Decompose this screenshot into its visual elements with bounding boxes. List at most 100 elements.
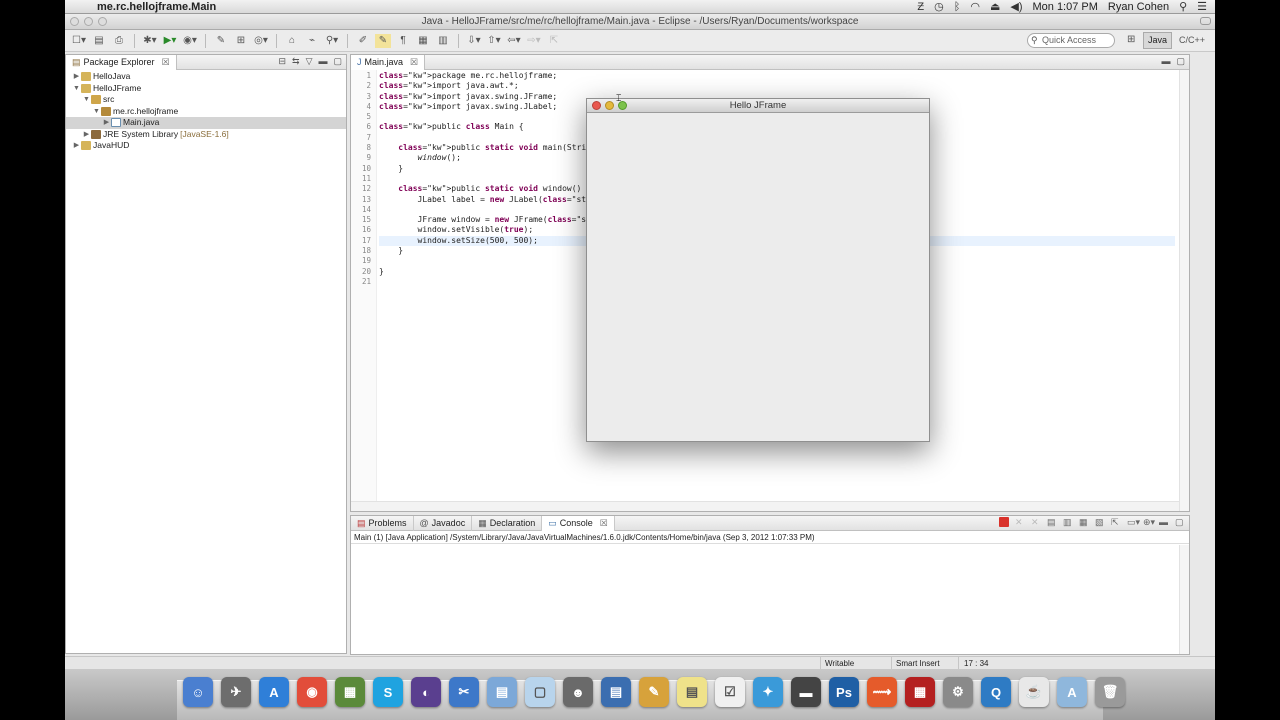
expanded-twisty-icon[interactable]: ▼ [82,94,91,106]
launchpad-icon[interactable]: ✈ [221,677,251,707]
tab-main-java[interactable]: J Main.java ☒ [351,54,426,70]
expanded-twisty-icon[interactable]: ▼ [72,83,81,95]
new-package-icon[interactable]: ⊞ [233,34,249,48]
tab-console[interactable]: ▭ Console ☒ [542,515,615,531]
coffee-icon[interactable]: ☕ [1019,677,1049,707]
show-whitespace-icon[interactable]: ¶ [395,34,411,48]
toggle-mark-icon[interactable]: ✐ [355,34,371,48]
console-vertical-scrollbar[interactable] [1179,545,1189,654]
clear-console-icon[interactable]: ▤ [1047,517,1057,527]
eject-icon[interactable]: ⏏ [990,0,1000,13]
film-icon[interactable]: ▦ [905,677,935,707]
tab-javadoc[interactable]: @ Javadoc [414,515,473,531]
minimize-view-icon[interactable]: ▬ [1161,56,1170,67]
minecraft-icon[interactable]: ▦ [335,677,365,707]
view-menu-icon[interactable]: ▽ [306,56,313,67]
notification-center-icon[interactable]: ☰ [1197,0,1207,13]
volume-icon[interactable]: ◀) [1010,0,1022,13]
menu-clock[interactable]: Mon 1:07 PM [1032,1,1097,13]
collapsed-twisty-icon[interactable]: ▶ [72,140,81,152]
bluetooth-icon[interactable]: ᛒ [954,1,961,13]
maximize-view-icon[interactable]: ▢ [1175,517,1185,527]
collapsed-twisty-icon[interactable]: ▶ [72,71,81,83]
todo-icon[interactable]: ☑ [715,677,745,707]
print-icon[interactable]: ⎙ [111,34,127,48]
tab-declaration[interactable]: ▦ Declaration [472,515,543,531]
spotlight-icon[interactable]: ⚲ [1179,0,1187,13]
open-task-icon[interactable]: ⌁ [304,34,320,48]
open-type-icon[interactable]: ⌂ [284,34,300,48]
debug-icon[interactable]: ✱▾ [142,34,158,48]
toggle-highlight-icon[interactable]: ✎ [375,33,391,48]
overview-ruler[interactable] [1179,70,1189,511]
close-tab-icon[interactable]: ☒ [410,57,418,68]
tab-problems[interactable]: ▤ Problems [351,515,414,531]
tree-item[interactable]: ▶ Main.java [66,117,346,129]
stickies-icon[interactable]: ▤ [677,677,707,707]
quicktime-icon[interactable]: Q [981,677,1011,707]
show-on-err-icon[interactable]: ▧ [1095,517,1105,527]
skype-icon[interactable]: S [373,677,403,707]
ftp-icon[interactable]: ⟿ [867,677,897,707]
wifi-icon[interactable]: ◠ [970,0,980,13]
xcode-icon[interactable]: ✂ [449,677,479,707]
tree-item[interactable]: ▶ HelloJava [66,71,346,83]
prev-annotation-icon[interactable]: ⇧▾ [486,34,502,48]
new-icon[interactable]: ☐▾ [71,34,87,48]
app-store-icon[interactable]: A [259,677,289,707]
tree-item[interactable]: ▶ JavaHUD [66,140,346,152]
maximize-view-icon[interactable]: ▢ [1176,56,1185,67]
tab-package-explorer[interactable]: ▤ Package Explorer ☒ [66,54,177,70]
window-titlebar[interactable]: Java - HelloJFrame/src/me/rc/hellojframe… [65,14,1215,30]
next-annotation-icon[interactable]: ⇩▾ [466,34,482,48]
menu-app-name[interactable]: me.rc.hellojframe.Main [97,1,216,13]
folder-notes-icon[interactable]: ▤ [601,677,631,707]
terminate-icon[interactable] [999,517,1009,527]
screen-icon[interactable]: ▬ [791,677,821,707]
tree-item[interactable]: ▼ HelloJFrame [66,83,346,95]
remove-launch-icon[interactable]: ✕ [1015,517,1025,527]
maximize-view-icon[interactable]: ▢ [333,56,342,67]
code-line[interactable]: 2 class="kw">import java.awt.*; [366,81,1175,91]
collapse-all-icon[interactable]: ⊟ [278,56,286,67]
twitter-icon[interactable]: ✦ [753,677,783,707]
eclipse-icon[interactable]: ◐ [411,677,441,707]
external-tools-icon[interactable]: ◉▾ [182,34,198,48]
code-line[interactable]: 1 class="kw">package me.rc.hellojframe; [366,71,1175,81]
hello-jframe-window[interactable]: Hello JFrame [586,98,930,442]
tree-item[interactable]: ▼ me.rc.hellojframe [66,106,346,118]
tree-item[interactable]: ▶ JRE System Library [JavaSE-1.6] [66,129,346,141]
perspective-cpp-button[interactable]: C/C++ [1179,33,1205,48]
jframe-titlebar[interactable]: Hello JFrame [587,99,929,113]
new-java-project-icon[interactable]: ✎ [213,34,229,48]
finder-icon[interactable]: ☺ [183,677,213,707]
scroll-lock-icon[interactable]: ▥ [1063,517,1073,527]
cube-icon[interactable]: ▢ [525,677,555,707]
tree-item[interactable]: ▼ src [66,94,346,106]
quick-access-field[interactable]: ⚲ Quick Access [1027,33,1115,48]
pencil-icon[interactable]: ✎ [639,677,669,707]
collapsed-twisty-icon[interactable]: ▶ [82,129,91,141]
remove-all-icon[interactable]: ✕ [1031,517,1041,527]
collapsed-twisty-icon[interactable]: ▶ [102,117,111,129]
menu-user[interactable]: Ryan Cohen [1108,1,1169,13]
link-editor-icon[interactable]: ⇆ [292,56,300,67]
forward-icon[interactable]: ⇨▾ [526,34,542,48]
applications-folder-icon[interactable]: A [1057,677,1087,707]
close-tab-icon[interactable]: ☒ [162,57,170,68]
time-machine-icon[interactable]: ◷ [934,0,944,13]
block-select-icon[interactable]: ▦ [415,34,431,48]
perspective-java-button[interactable]: Java [1143,32,1173,49]
minimize-view-icon[interactable]: ▬ [1159,517,1169,527]
close-tab-icon[interactable]: ☒ [600,518,608,529]
z-status-icon[interactable]: Ƶ [917,1,924,13]
pin-console-icon[interactable]: ⇱ [1111,517,1121,527]
run-icon[interactable]: ▶▾ [162,34,178,48]
preview-icon[interactable]: ▤ [487,677,517,707]
fullscreen-button[interactable] [1200,17,1211,25]
pin-icon[interactable]: ⇱ [546,34,562,48]
editor-horizontal-scrollbar[interactable] [351,501,1179,511]
back-icon[interactable]: ⇦▾ [506,34,522,48]
photoshop-icon[interactable]: Ps [829,677,859,707]
guy-icon[interactable]: ☻ [563,677,593,707]
